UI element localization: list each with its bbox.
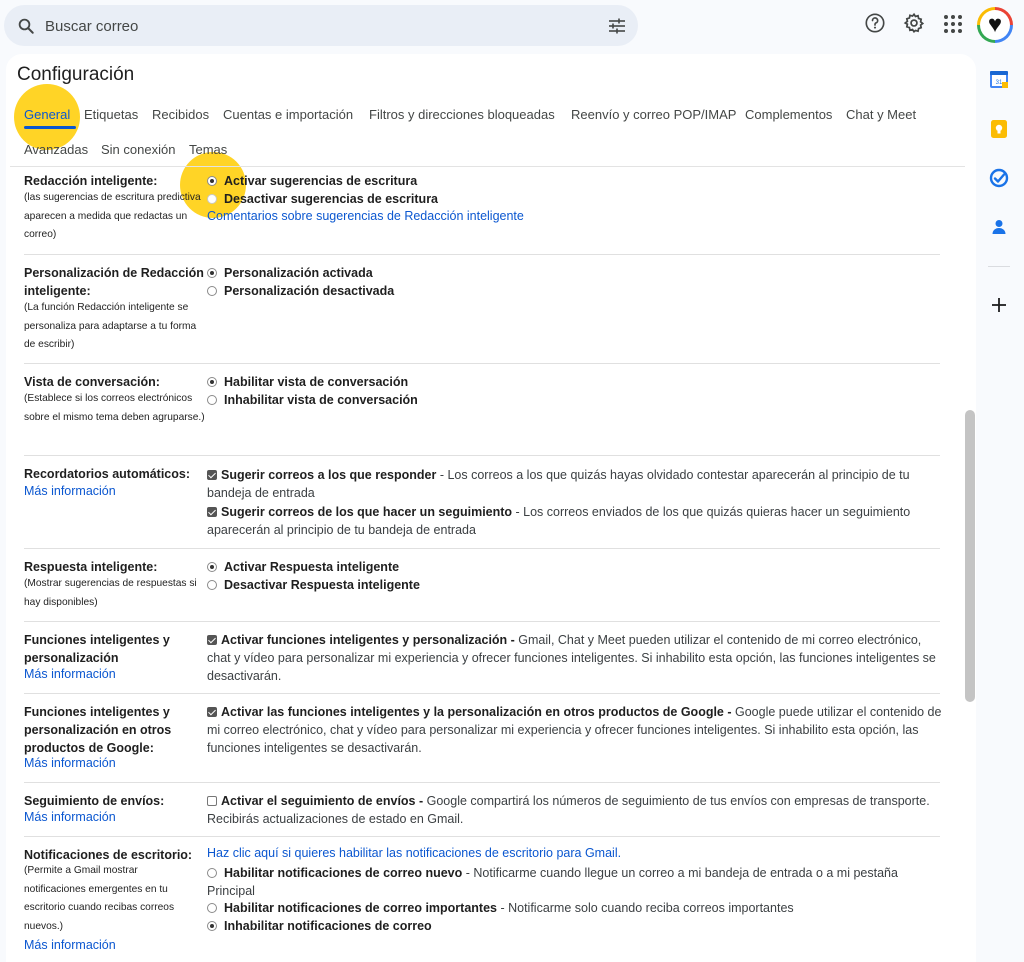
side-panel-divider [988, 266, 1010, 267]
row-divider [24, 782, 940, 783]
smart-features-more-info-link[interactable]: Más información [24, 667, 116, 681]
tab-advanced[interactable]: Avanzadas [24, 142, 88, 157]
side-panel: 31 [980, 54, 1024, 962]
radio-unselected[interactable] [207, 286, 217, 296]
smart-compose-off-option[interactable]: Desactivar sugerencias de escritura [207, 190, 438, 208]
tab-filters[interactable]: Filtros y direcciones bloqueadas [369, 107, 555, 122]
smart-compose-label: Redacción inteligente: [24, 174, 158, 188]
tab-themes[interactable]: Temas [189, 142, 227, 157]
conversation-view-label: Vista de conversación: [24, 375, 160, 389]
nudges-label: Recordatorios automáticos: [24, 467, 191, 481]
tab-general[interactable]: General [24, 107, 70, 122]
avatar-heart-icon: ♥ [980, 10, 1010, 40]
calendar-icon[interactable]: 31 [989, 69, 1009, 89]
smart-features-label: Funciones inteligentes y personalización [24, 633, 170, 665]
conversation-view-description: (Establece si los correos electrónicos s… [24, 393, 205, 423]
search-bar[interactable] [4, 5, 638, 46]
nudges-followup-option[interactable]: Sugerir correos de los que hacer un segu… [207, 503, 942, 539]
tab-addons[interactable]: Complementos [745, 107, 832, 122]
smart-reply-label: Respuesta inteligente: [24, 560, 158, 574]
add-icon[interactable] [989, 295, 1009, 315]
settings-gear-icon[interactable] [903, 12, 925, 34]
nudges-reply-option[interactable]: Sugerir correos a los que responder - Lo… [207, 466, 942, 502]
desktop-notifications-description: (Permite a Gmail mostrar notificaciones … [24, 865, 175, 932]
other-products-more-info-link[interactable]: Más información [24, 756, 116, 770]
tab-accounts-import[interactable]: Cuentas e importación [223, 107, 353, 122]
tab-forwarding-pop-imap[interactable]: Reenvío y correo POP/IMAP [571, 107, 736, 122]
svg-text:31: 31 [996, 80, 1003, 86]
personalization-description: (La función Redacción inteligente se per… [24, 302, 197, 350]
radio-selected[interactable] [207, 562, 217, 572]
desktop-notifications-more-info-link[interactable]: Más información [24, 938, 116, 952]
top-bar: ♥ [0, 0, 1024, 50]
checkbox-checked[interactable] [207, 470, 217, 480]
smart-compose-feedback-link[interactable]: Comentarios sobre sugerencias de Redacci… [207, 209, 524, 223]
radio-unselected[interactable] [207, 580, 217, 590]
row-divider [24, 254, 940, 255]
tasks-icon[interactable] [989, 168, 1009, 188]
search-options-icon[interactable] [608, 18, 626, 34]
account-avatar[interactable]: ♥ [977, 7, 1013, 43]
checkbox-checked[interactable] [207, 707, 217, 717]
radio-unselected[interactable] [207, 395, 217, 405]
smart-reply-on-option[interactable]: Activar Respuesta inteligente [207, 558, 399, 576]
other-products-label: Funciones inteligentes y personalización… [24, 705, 172, 755]
radio-selected[interactable] [207, 268, 217, 278]
row-divider [24, 836, 940, 837]
tab-chat-meet[interactable]: Chat y Meet [846, 107, 916, 122]
search-input[interactable] [45, 13, 585, 39]
personalization-label: Personalización de Redacción inteligente… [24, 266, 204, 298]
enable-desktop-notifications-link[interactable]: Haz clic aquí si quieres habilitar las n… [207, 846, 621, 860]
row-divider [24, 621, 940, 622]
smart-reply-description: (Mostrar sugerencias de respuestas si ha… [24, 578, 197, 608]
smart-features-option[interactable]: Activar funciones inteligentes y persona… [207, 631, 942, 685]
radio-selected[interactable] [207, 377, 217, 387]
tabs-divider [10, 166, 965, 167]
help-icon[interactable] [864, 12, 886, 34]
active-tab-indicator [24, 126, 76, 129]
notify-important-mail-option[interactable]: Habilitar notificaciones de correo impor… [207, 899, 942, 917]
row-divider [24, 455, 940, 456]
notify-new-mail-option[interactable]: Habilitar notificaciones de correo nuevo… [207, 864, 942, 900]
personalization-off-option[interactable]: Personalización desactivada [207, 282, 394, 300]
conversation-view-on-option[interactable]: Habilitar vista de conversación [207, 373, 408, 391]
row-divider [24, 363, 940, 364]
package-tracking-label: Seguimiento de envíos: [24, 794, 165, 808]
smart-reply-off-option[interactable]: Desactivar Respuesta inteligente [207, 576, 420, 594]
radio-selected[interactable] [207, 921, 217, 931]
row-divider [24, 693, 940, 694]
personalization-on-option[interactable]: Personalización activada [207, 264, 373, 282]
contacts-icon[interactable] [989, 217, 1009, 237]
checkbox-unchecked[interactable] [207, 796, 217, 806]
apps-grid-icon[interactable] [943, 14, 963, 34]
package-tracking-option[interactable]: Activar el seguimiento de envíos - Googl… [207, 792, 942, 828]
tab-labels[interactable]: Etiquetas [84, 107, 138, 122]
smart-compose-description: (las sugerencias de escritura predictiva… [24, 192, 201, 240]
checkbox-checked[interactable] [207, 507, 217, 517]
settings-panel: Configuración General Etiquetas Recibido… [6, 54, 976, 962]
nudges-more-info-link[interactable]: Más información [24, 484, 116, 498]
radio-selected[interactable] [207, 176, 217, 186]
scrollbar-thumb[interactable] [965, 410, 975, 702]
keep-icon[interactable] [989, 119, 1009, 139]
package-tracking-more-info-link[interactable]: Más información [24, 810, 116, 824]
notify-off-option[interactable]: Inhabilitar notificaciones de correo [207, 917, 942, 935]
row-divider [24, 548, 940, 549]
tab-offline[interactable]: Sin conexión [101, 142, 175, 157]
checkbox-checked[interactable] [207, 635, 217, 645]
search-icon[interactable] [17, 17, 35, 35]
radio-unselected[interactable] [207, 194, 217, 204]
page-title: Configuración [17, 64, 135, 85]
tab-inbox[interactable]: Recibidos [152, 107, 209, 122]
radio-unselected[interactable] [207, 903, 217, 913]
radio-unselected[interactable] [207, 868, 217, 878]
smart-compose-on-option[interactable]: Activar sugerencias de escritura [207, 172, 417, 190]
conversation-view-off-option[interactable]: Inhabilitar vista de conversación [207, 391, 418, 409]
other-products-option[interactable]: Activar las funciones inteligentes y la … [207, 703, 942, 757]
